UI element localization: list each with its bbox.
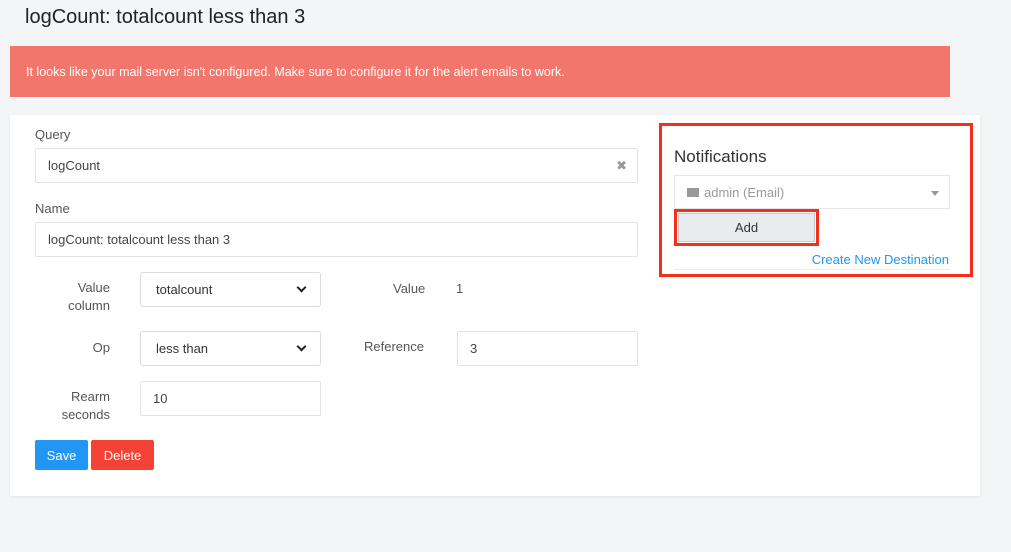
reference-label: Reference	[364, 339, 424, 354]
divider	[674, 269, 950, 270]
chevron-down-icon	[296, 341, 307, 352]
op-label: Op	[92, 340, 110, 355]
value-column-select[interactable]: totalcount	[140, 272, 321, 307]
destination-select[interactable]: admin (Email)	[674, 175, 950, 209]
notifications-title: Notifications	[674, 147, 767, 166]
reference-value: 3	[470, 341, 478, 356]
value-column-selected: totalcount	[156, 282, 213, 297]
value-column-label-line-1: Value	[77, 280, 110, 295]
rearm-input[interactable]: 10	[140, 381, 321, 416]
name-input[interactable]: logCount: totalcount less than 3	[35, 222, 638, 257]
value-value: 1	[456, 281, 464, 296]
save-button[interactable]: Save	[35, 440, 88, 470]
op-select[interactable]: less than	[140, 331, 321, 366]
destination-selected: admin (Email)	[704, 184, 785, 200]
value-column-label-line-2: column	[68, 298, 110, 313]
delete-button[interactable]: Delete	[91, 440, 154, 470]
rearm-seconds-label: Rearm seconds	[50, 388, 110, 424]
page-title: logCount: totalcount less than 3	[25, 6, 306, 28]
name-label: Name	[35, 201, 70, 216]
notifications-panel: Notifications admin (Email) Add Create N…	[659, 123, 973, 277]
reference-input[interactable]: 3	[457, 331, 638, 366]
value-column-label: Value column	[50, 279, 110, 315]
alert-form-card: Query logCount ✖ Name logCount: totalcou…	[10, 115, 980, 496]
clear-icon[interactable]: ✖	[616, 158, 627, 174]
add-button-highlight: Add	[674, 209, 819, 246]
caret-down-icon	[931, 191, 939, 196]
query-value: logCount	[48, 158, 101, 173]
rearm-label-line-1: Rearm	[70, 389, 110, 404]
chevron-down-icon	[296, 282, 307, 293]
create-new-destination-link[interactable]: Create New Destination	[812, 252, 949, 267]
add-destination-button[interactable]: Add	[678, 213, 815, 242]
envelope-icon	[687, 187, 699, 197]
name-value: logCount: totalcount less than 3	[48, 232, 231, 247]
rearm-value: 10	[153, 391, 168, 406]
value-label: Value	[393, 281, 426, 296]
query-select[interactable]: logCount ✖	[35, 148, 638, 183]
mail-server-alert: It looks like your mail server isn't con…	[10, 46, 950, 97]
rearm-label-line-2: seconds	[61, 407, 110, 422]
op-selected: less than	[156, 341, 209, 356]
query-label: Query	[35, 127, 71, 142]
alert-message: It looks like your mail server isn't con…	[26, 65, 565, 79]
